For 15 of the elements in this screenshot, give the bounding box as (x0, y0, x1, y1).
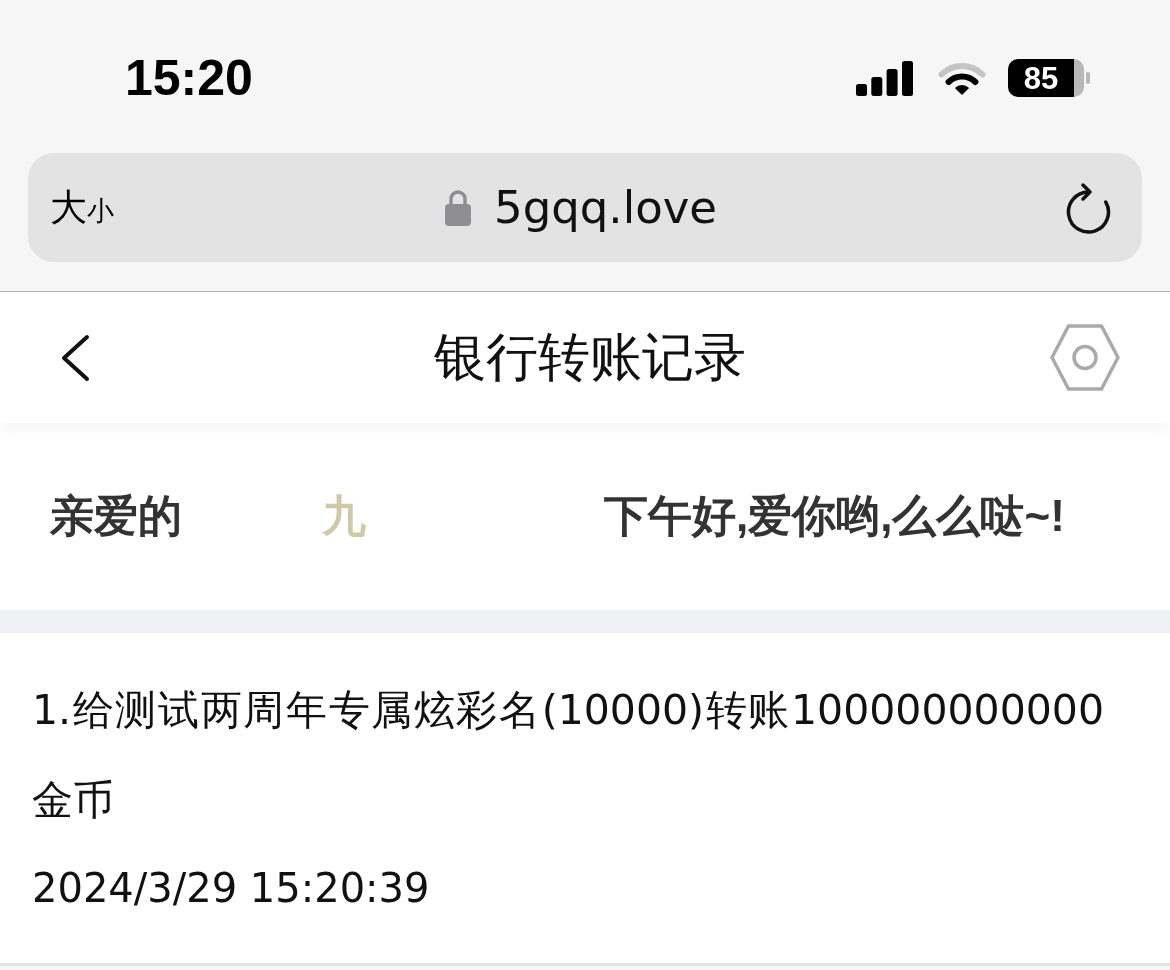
page-title: 银行转账记录 (434, 326, 746, 389)
greeting-salutation: 亲爱的 (50, 490, 182, 543)
text-size-button[interactable]: 大小 (50, 189, 114, 226)
lock-icon (445, 189, 471, 226)
url-text[interactable]: 5gqq.love (494, 185, 717, 230)
clock-time: 15:20 (125, 53, 253, 103)
reload-icon[interactable] (1065, 181, 1112, 234)
back-icon[interactable] (60, 333, 90, 382)
signal-icon (856, 60, 913, 96)
transfer-description: 1.给测试两周年专属炫彩名(10000)转账100000000000金币 (32, 685, 1104, 826)
transfer-time: 2024/3/29 15:20:39 (32, 864, 430, 913)
greeting-message: 下午好,爱你哟,么么哒~! (604, 490, 1065, 543)
user-name: 九 (322, 490, 366, 543)
battery-indicator: 85 (1008, 59, 1090, 97)
wifi-icon (937, 61, 987, 95)
